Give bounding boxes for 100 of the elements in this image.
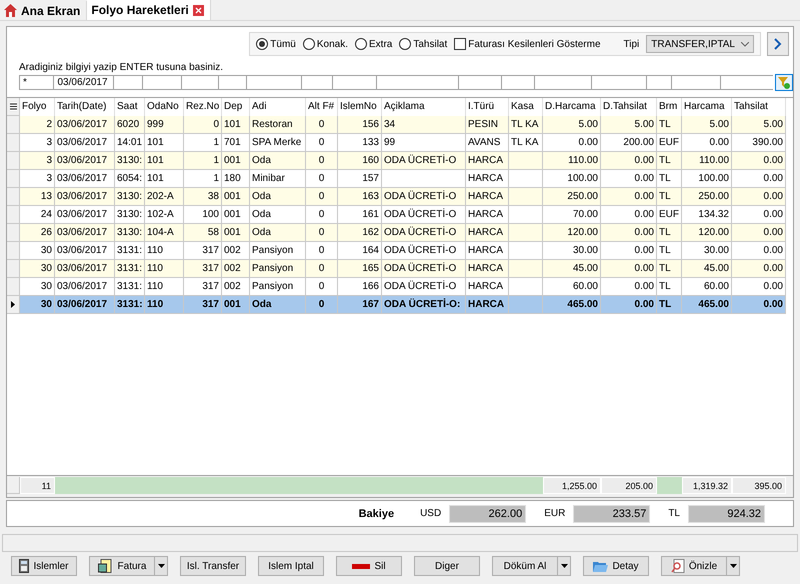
column-header[interactable]: Saat (115, 98, 145, 116)
column-header[interactable]: IslemNo (338, 98, 382, 116)
column-header[interactable]: Folyo (20, 98, 55, 116)
search-field[interactable] (332, 75, 376, 90)
column-menu-icon[interactable] (7, 98, 20, 116)
table-cell: 110 (145, 296, 184, 314)
table-cell: SPA Merke (250, 134, 306, 152)
search-field[interactable] (246, 75, 301, 90)
search-field[interactable] (591, 75, 646, 90)
balance-label: Bakiye (358, 508, 394, 520)
toolbar-button[interactable]: Isl. Transfer (180, 556, 246, 576)
table-cell: 0.00 (732, 170, 786, 188)
toolbar-button[interactable]: Islem Iptal (258, 556, 324, 576)
radio-button[interactable] (399, 38, 412, 50)
toolbar-button[interactable]: Sil (336, 556, 402, 576)
column-header[interactable]: Brm (657, 98, 682, 116)
close-icon[interactable] (192, 4, 204, 16)
table-cell (509, 170, 543, 188)
radio-label[interactable]: Tümü (270, 38, 296, 50)
table-cell: 120.00 (682, 224, 732, 242)
table-cell: 465.00 (543, 296, 601, 314)
tab[interactable]: Folyo Hareketleri (87, 0, 211, 20)
column-header[interactable]: Harcama (682, 98, 732, 116)
search-field[interactable]: * (19, 75, 54, 90)
checkbox-label[interactable]: Faturası Kesilenleri Gösterme (468, 38, 601, 50)
column-header[interactable]: Kasa (509, 98, 543, 116)
column-header[interactable]: Tarih(Date) (55, 98, 115, 116)
table-cell (509, 278, 543, 296)
table-cell: EUF (657, 206, 682, 224)
toolbar-button[interactable]: Fatura (89, 556, 155, 576)
radio-button[interactable] (355, 38, 367, 50)
table-cell: 03/06/2017 (55, 152, 115, 170)
table-cell: 167 (338, 296, 382, 314)
search-field[interactable] (218, 75, 246, 90)
search-field[interactable] (142, 75, 181, 90)
caret-icon (730, 564, 736, 568)
dropdown-button[interactable] (727, 556, 740, 576)
search-field[interactable] (300, 75, 332, 90)
table-cell: 0 (306, 206, 338, 224)
radio-button[interactable] (256, 38, 268, 50)
next-button[interactable] (767, 32, 789, 56)
table-cell: 101 (145, 134, 184, 152)
table-cell: Restoran (250, 116, 306, 134)
column-header[interactable]: D.Tahsilat (601, 98, 657, 116)
search-field[interactable] (720, 75, 774, 90)
column-header[interactable]: Alt F# (306, 98, 338, 116)
column-header[interactable]: Adi (250, 98, 306, 116)
radio-label[interactable]: Extra (369, 38, 392, 50)
column-header[interactable]: D.Harcama (543, 98, 601, 116)
table-cell (509, 152, 543, 170)
table-cell: 0 (306, 260, 338, 278)
table-cell: TL (657, 224, 682, 242)
column-header[interactable]: I.Türü (466, 98, 509, 116)
checkbox[interactable] (454, 38, 466, 50)
table-cell: Oda (250, 206, 306, 224)
table-cell: TL (657, 116, 682, 134)
table-cell: 166 (338, 278, 382, 296)
minus-icon (352, 564, 370, 568)
type-dropdown[interactable]: TRANSFER,IPTAL (646, 35, 754, 53)
dropdown-button[interactable] (155, 556, 168, 576)
tab-label: Ana Ekran (21, 4, 80, 18)
column-header[interactable]: Tahsilat (732, 98, 786, 116)
search-field[interactable]: 03/06/2017 (53, 75, 113, 90)
table-cell: 701 (222, 134, 250, 152)
summary-band (657, 477, 682, 494)
row-indicator[interactable] (7, 296, 20, 314)
toolbar-button[interactable]: Döküm Al (492, 556, 558, 576)
column-header[interactable]: OdaNo (145, 98, 184, 116)
toolbar-button[interactable]: Önizle (661, 556, 727, 576)
column-header[interactable]: Rez.No (184, 98, 222, 116)
table-cell: 03/06/2017 (55, 296, 115, 314)
toolbar-button[interactable]: Islemler (11, 556, 77, 576)
balance-amount: 924.32 (688, 504, 765, 522)
table-cell: 250.00 (682, 188, 732, 206)
column-header[interactable]: Dep (222, 98, 250, 116)
radio-label[interactable]: Konak. (316, 38, 348, 50)
column-header[interactable]: Açiklama (382, 98, 466, 116)
table-cell: 5.00 (682, 116, 732, 134)
radio-label[interactable]: Tahsilat (413, 38, 448, 50)
table-cell: Pansiyon (250, 260, 306, 278)
radio-button[interactable] (302, 38, 315, 50)
table-cell: HARCA (466, 170, 509, 188)
search-field[interactable] (646, 75, 671, 90)
filter-button[interactable] (775, 74, 793, 91)
search-field[interactable] (500, 75, 534, 90)
search-field[interactable] (534, 75, 592, 90)
table-cell: 3131: (115, 278, 145, 296)
search-field[interactable] (458, 75, 501, 90)
search-field[interactable] (670, 75, 720, 90)
table-cell: Oda (250, 224, 306, 242)
table-cell: 999 (145, 116, 184, 134)
search-field[interactable] (112, 75, 142, 90)
search-field[interactable] (180, 75, 218, 90)
dropdown-button[interactable] (558, 556, 571, 576)
search-field[interactable] (376, 75, 458, 90)
toolbar-button[interactable]: Diger (414, 556, 480, 576)
toolbar-button[interactable]: Detay (583, 556, 649, 576)
table-cell: 120.00 (543, 224, 601, 242)
table-cell: ODA ÜCRETİ-O (382, 206, 466, 224)
table-cell: 0.00 (732, 242, 786, 260)
